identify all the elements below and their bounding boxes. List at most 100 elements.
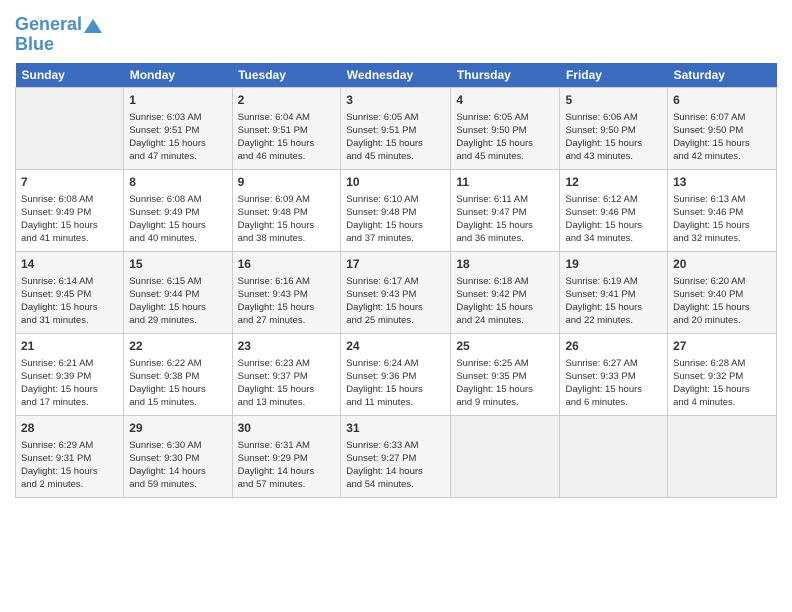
day-info: Sunrise: 6:29 AMSunset: 9:31 PMDaylight:… bbox=[21, 439, 118, 492]
calendar-cell bbox=[560, 415, 668, 497]
day-info: Sunrise: 6:27 AMSunset: 9:33 PMDaylight:… bbox=[565, 357, 662, 410]
day-number: 7 bbox=[21, 174, 118, 191]
calendar-cell: 27Sunrise: 6:28 AMSunset: 9:32 PMDayligh… bbox=[668, 333, 777, 415]
calendar-cell: 16 Sunrise: 6:16 AMSunset: 9:43 PMDayligh… bbox=[232, 251, 341, 333]
day-info: Sunrise: 6:18 AMSunset: 9:42 PMDaylight:… bbox=[456, 275, 554, 328]
calendar-cell: 30Sunrise: 6:31 AMSunset: 9:29 PMDayligh… bbox=[232, 415, 341, 497]
calendar-cell: 10 Sunrise: 6:10 AMSunset: 9:48 PMDayligh… bbox=[341, 169, 451, 251]
page-header: General Blue bbox=[15, 15, 777, 55]
day-number: 31 bbox=[346, 420, 445, 437]
day-info: Sunrise: 6:19 AMSunset: 9:41 PMDaylight:… bbox=[565, 275, 662, 328]
day-info: Sunrise: 6:08 AMSunset: 9:49 PMDaylight:… bbox=[129, 193, 226, 246]
day-number: 4 bbox=[456, 92, 554, 109]
calendar-cell: 13 Sunrise: 6:13 AMSunset: 9:46 PMDayligh… bbox=[668, 169, 777, 251]
day-number: 5 bbox=[565, 92, 662, 109]
calendar-cell: 25 Sunrise: 6:25 AMSunset: 9:35 PMDayligh… bbox=[451, 333, 560, 415]
calendar-cell: 12 Sunrise: 6:12 AMSunset: 9:46 PMDayligh… bbox=[560, 169, 668, 251]
calendar-cell bbox=[451, 415, 560, 497]
calendar-cell: 6 Sunrise: 6:07 AMSunset: 9:50 PMDaylight… bbox=[668, 87, 777, 169]
calendar-cell: 4 Sunrise: 6:05 AMSunset: 9:50 PMDaylight… bbox=[451, 87, 560, 169]
weekday-tuesday: Tuesday bbox=[232, 63, 341, 88]
day-info: Sunrise: 6:06 AMSunset: 9:50 PMDaylight:… bbox=[565, 111, 662, 164]
calendar-cell: 19 Sunrise: 6:19 AMSunset: 9:41 PMDayligh… bbox=[560, 251, 668, 333]
day-info: Sunrise: 6:31 AMSunset: 9:29 PMDaylight:… bbox=[238, 439, 336, 492]
day-info: Sunrise: 6:17 AMSunset: 9:43 PMDaylight:… bbox=[346, 275, 445, 328]
calendar-cell: 29 Sunrise: 6:30 AMSunset: 9:30 PMDayligh… bbox=[124, 415, 232, 497]
day-info: Sunrise: 6:05 AMSunset: 9:51 PMDaylight:… bbox=[346, 111, 445, 164]
day-info: Sunrise: 6:33 AMSunset: 9:27 PMDaylight:… bbox=[346, 439, 445, 492]
day-info: Sunrise: 6:15 AMSunset: 9:44 PMDaylight:… bbox=[129, 275, 226, 328]
day-number: 14 bbox=[21, 256, 118, 273]
calendar-cell: 18 Sunrise: 6:18 AMSunset: 9:42 PMDayligh… bbox=[451, 251, 560, 333]
weekday-wednesday: Wednesday bbox=[341, 63, 451, 88]
week-row-2: 7 Sunrise: 6:08 AMSunset: 9:49 PMDaylight… bbox=[16, 169, 777, 251]
day-number: 22 bbox=[129, 338, 226, 355]
calendar-cell: 7Sunrise: 6:08 AMSunset: 9:49 PMDaylight… bbox=[16, 169, 124, 251]
calendar-cell: 5 Sunrise: 6:06 AMSunset: 9:50 PMDaylight… bbox=[560, 87, 668, 169]
day-number: 10 bbox=[346, 174, 445, 191]
week-row-4: 21Sunrise: 6:21 AMSunset: 9:39 PMDayligh… bbox=[16, 333, 777, 415]
day-info: Sunrise: 6:21 AMSunset: 9:39 PMDaylight:… bbox=[21, 357, 118, 410]
calendar-cell: 14 Sunrise: 6:14 AMSunset: 9:45 PMDayligh… bbox=[16, 251, 124, 333]
calendar-cell bbox=[668, 415, 777, 497]
day-info: Sunrise: 6:28 AMSunset: 9:32 PMDaylight:… bbox=[673, 357, 771, 410]
day-number: 25 bbox=[456, 338, 554, 355]
week-row-5: 28 Sunrise: 6:29 AMSunset: 9:31 PMDayligh… bbox=[16, 415, 777, 497]
day-info: Sunrise: 6:20 AMSunset: 9:40 PMDaylight:… bbox=[673, 275, 771, 328]
day-info: Sunrise: 6:22 AMSunset: 9:38 PMDaylight:… bbox=[129, 357, 226, 410]
day-info: Sunrise: 6:14 AMSunset: 9:45 PMDaylight:… bbox=[21, 275, 118, 328]
logo: General Blue bbox=[15, 15, 102, 55]
calendar-cell: 31 Sunrise: 6:33 AMSunset: 9:27 PMDayligh… bbox=[341, 415, 451, 497]
calendar-cell: 20 Sunrise: 6:20 AMSunset: 9:40 PMDayligh… bbox=[668, 251, 777, 333]
day-number: 20 bbox=[673, 256, 771, 273]
day-number: 1 bbox=[129, 92, 226, 109]
day-info: Sunrise: 6:25 AMSunset: 9:35 PMDaylight:… bbox=[456, 357, 554, 410]
calendar-cell: 23Sunrise: 6:23 AMSunset: 9:37 PMDayligh… bbox=[232, 333, 341, 415]
calendar-cell: 22 Sunrise: 6:22 AMSunset: 9:38 PMDayligh… bbox=[124, 333, 232, 415]
day-info: Sunrise: 6:30 AMSunset: 9:30 PMDaylight:… bbox=[129, 439, 226, 492]
day-number: 18 bbox=[456, 256, 554, 273]
week-row-3: 14 Sunrise: 6:14 AMSunset: 9:45 PMDayligh… bbox=[16, 251, 777, 333]
weekday-header-row: SundayMondayTuesdayWednesdayThursdayFrid… bbox=[16, 63, 777, 88]
weekday-friday: Friday bbox=[560, 63, 668, 88]
day-info: Sunrise: 6:13 AMSunset: 9:46 PMDaylight:… bbox=[673, 193, 771, 246]
day-number: 9 bbox=[238, 174, 336, 191]
calendar-cell: 8 Sunrise: 6:08 AMSunset: 9:49 PMDaylight… bbox=[124, 169, 232, 251]
calendar-cell: 1 Sunrise: 6:03 AMSunset: 9:51 PMDaylight… bbox=[124, 87, 232, 169]
weekday-sunday: Sunday bbox=[16, 63, 124, 88]
day-number: 24 bbox=[346, 338, 445, 355]
calendar-cell: 26 Sunrise: 6:27 AMSunset: 9:33 PMDayligh… bbox=[560, 333, 668, 415]
day-info: Sunrise: 6:11 AMSunset: 9:47 PMDaylight:… bbox=[456, 193, 554, 246]
logo-blue: Blue bbox=[15, 34, 54, 54]
calendar-cell: 24 Sunrise: 6:24 AMSunset: 9:36 PMDayligh… bbox=[341, 333, 451, 415]
weekday-thursday: Thursday bbox=[451, 63, 560, 88]
day-number: 19 bbox=[565, 256, 662, 273]
day-info: Sunrise: 6:24 AMSunset: 9:36 PMDaylight:… bbox=[346, 357, 445, 410]
day-number: 28 bbox=[21, 420, 118, 437]
day-info: Sunrise: 6:07 AMSunset: 9:50 PMDaylight:… bbox=[673, 111, 771, 164]
day-number: 16 bbox=[238, 256, 336, 273]
day-info: Sunrise: 6:12 AMSunset: 9:46 PMDaylight:… bbox=[565, 193, 662, 246]
day-info: Sunrise: 6:05 AMSunset: 9:50 PMDaylight:… bbox=[456, 111, 554, 164]
day-number: 8 bbox=[129, 174, 226, 191]
calendar-cell: 15 Sunrise: 6:15 AMSunset: 9:44 PMDayligh… bbox=[124, 251, 232, 333]
logo-icon bbox=[84, 19, 102, 33]
day-number: 12 bbox=[565, 174, 662, 191]
day-number: 29 bbox=[129, 420, 226, 437]
day-number: 15 bbox=[129, 256, 226, 273]
day-info: Sunrise: 6:10 AMSunset: 9:48 PMDaylight:… bbox=[346, 193, 445, 246]
calendar-cell: 2Sunrise: 6:04 AMSunset: 9:51 PMDaylight… bbox=[232, 87, 341, 169]
calendar-cell: 17Sunrise: 6:17 AMSunset: 9:43 PMDayligh… bbox=[341, 251, 451, 333]
day-info: Sunrise: 6:16 AMSunset: 9:43 PMDaylight:… bbox=[238, 275, 336, 328]
calendar-table: SundayMondayTuesdayWednesdayThursdayFrid… bbox=[15, 63, 777, 498]
day-info: Sunrise: 6:23 AMSunset: 9:37 PMDaylight:… bbox=[238, 357, 336, 410]
day-number: 2 bbox=[238, 92, 336, 109]
calendar-cell bbox=[16, 87, 124, 169]
day-number: 6 bbox=[673, 92, 771, 109]
weekday-monday: Monday bbox=[124, 63, 232, 88]
day-number: 26 bbox=[565, 338, 662, 355]
calendar-cell: 28 Sunrise: 6:29 AMSunset: 9:31 PMDayligh… bbox=[16, 415, 124, 497]
day-number: 13 bbox=[673, 174, 771, 191]
day-info: Sunrise: 6:03 AMSunset: 9:51 PMDaylight:… bbox=[129, 111, 226, 164]
calendar-cell: 11Sunrise: 6:11 AMSunset: 9:47 PMDayligh… bbox=[451, 169, 560, 251]
